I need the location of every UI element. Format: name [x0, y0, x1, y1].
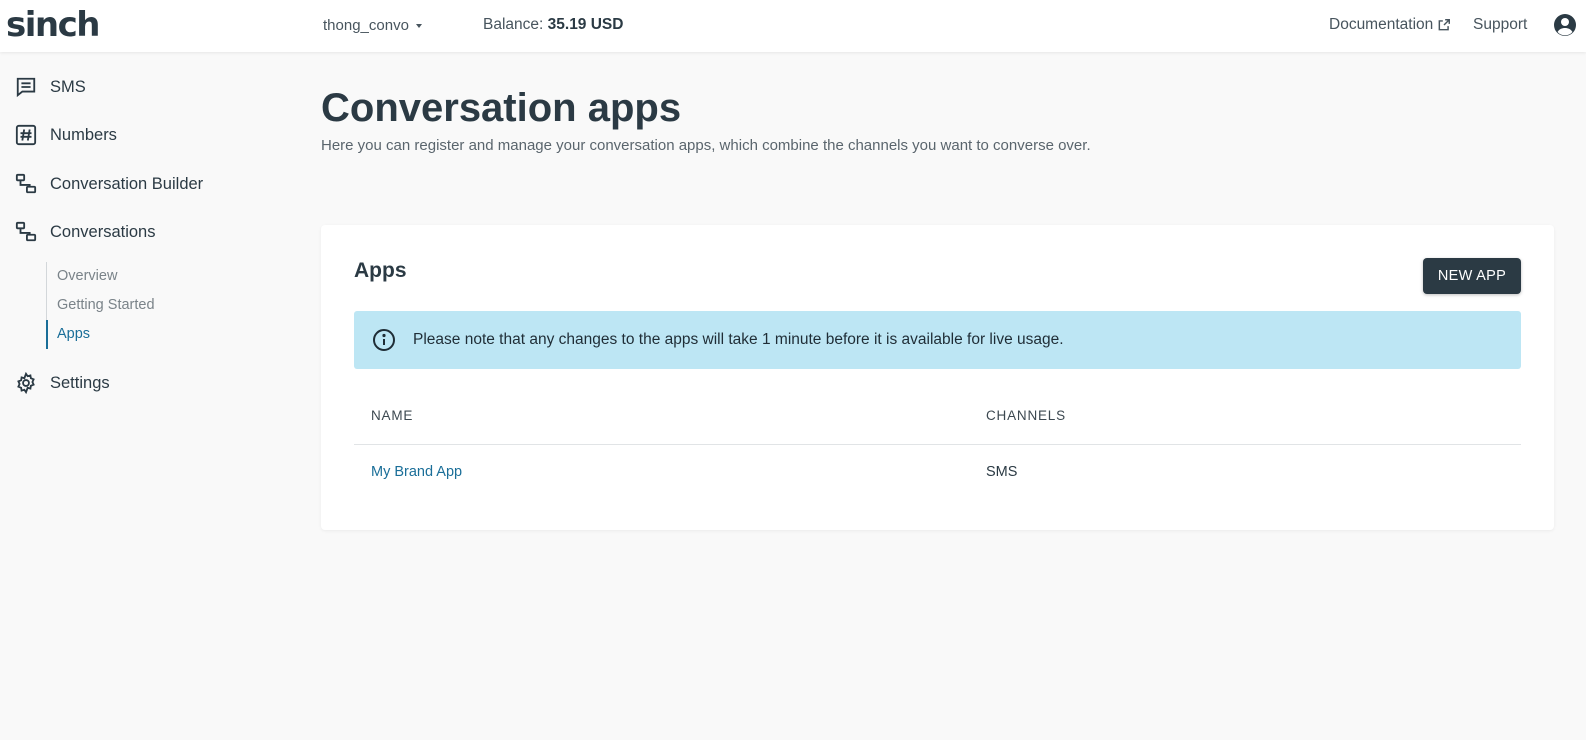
column-header-channels[interactable]: CHANNELS: [986, 408, 1066, 423]
balance: Balance: 35.19 USD: [483, 16, 623, 34]
conversations-subnav: Overview Getting Started Apps: [46, 262, 246, 349]
apps-card-title: Apps: [354, 259, 407, 282]
sidebar-item-conversations[interactable]: Conversations: [14, 220, 155, 244]
table-divider: [354, 444, 1521, 445]
sidebar-subitem-apps[interactable]: Apps: [46, 320, 246, 349]
balance-value: 35.19 USD: [547, 16, 624, 33]
sidebar-item-sms[interactable]: SMS: [14, 75, 86, 99]
column-header-name[interactable]: NAME: [371, 408, 413, 423]
hash-icon: [14, 123, 38, 147]
info-icon: [373, 329, 395, 351]
account-circle-icon[interactable]: [1553, 13, 1577, 37]
sinch-logo[interactable]: sinch: [6, 5, 100, 45]
chat-icon: [14, 75, 38, 99]
account-switcher[interactable]: thong_convo: [323, 17, 422, 34]
sidebar-item-label: Numbers: [50, 125, 117, 144]
documentation-link[interactable]: Documentation: [1329, 16, 1451, 34]
page-title: Conversation apps: [321, 86, 682, 130]
conversations-icon: [14, 220, 38, 244]
sidebar-item-numbers[interactable]: Numbers: [14, 123, 117, 147]
notice-text: Please note that any changes to the apps…: [413, 331, 1064, 348]
apps-card: Apps NEW APP Please note that any change…: [321, 225, 1554, 530]
sidebar-item-label: Conversations: [50, 222, 156, 241]
sidebar: SMS Numbers Conversation Builder Convers…: [0, 52, 300, 740]
sidebar-subitem-getting-started[interactable]: Getting Started: [46, 291, 246, 320]
new-app-button[interactable]: NEW APP: [1423, 258, 1521, 294]
conversation-builder-icon: [14, 172, 38, 196]
documentation-label: Documentation: [1329, 16, 1434, 33]
app-name-link[interactable]: My Brand App: [371, 464, 462, 480]
gear-icon: [14, 371, 38, 395]
sidebar-item-settings[interactable]: Settings: [14, 371, 110, 395]
page-subtitle: Here you can register and manage your co…: [321, 137, 1091, 154]
external-link-icon: [1438, 19, 1451, 31]
account-name: thong_convo: [323, 17, 409, 34]
app-channels: SMS: [986, 464, 1018, 480]
sidebar-item-label: SMS: [50, 77, 86, 96]
sidebar-subitem-overview[interactable]: Overview: [46, 262, 246, 291]
balance-label: Balance:: [483, 16, 544, 33]
sidebar-item-conversation-builder[interactable]: Conversation Builder: [14, 172, 203, 196]
info-notice: Please note that any changes to the apps…: [354, 311, 1521, 369]
sidebar-item-label: Settings: [50, 373, 110, 392]
sidebar-item-label: Conversation Builder: [50, 174, 204, 193]
caret-down-icon: [415, 23, 422, 28]
top-bar: sinch thong_convo Balance: 35.19 USD Doc…: [0, 0, 1586, 52]
support-link[interactable]: Support: [1473, 16, 1527, 34]
